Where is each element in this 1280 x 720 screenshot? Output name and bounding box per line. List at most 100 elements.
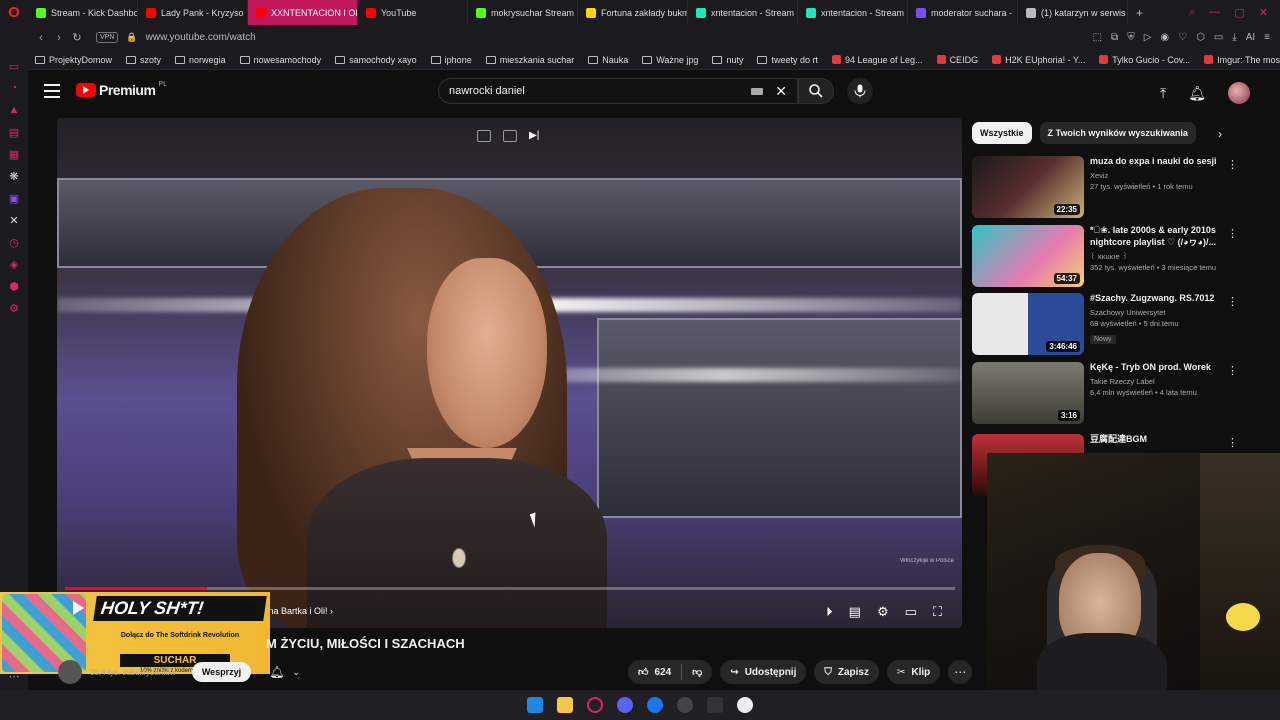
recommendation-channel[interactable]: Xeviz	[1090, 171, 1240, 180]
recommendation-channel[interactable]: Szachowy Uniwersytet	[1090, 308, 1240, 317]
vpn-badge[interactable]: VPN	[96, 32, 119, 43]
url-field[interactable]: www.youtube.com/watch	[146, 32, 256, 43]
chrome-icon[interactable]	[677, 697, 693, 713]
browser-tab[interactable]: xntentacion - Stream	[798, 0, 908, 25]
snapshot-icon[interactable]: ⬚	[1093, 32, 1102, 43]
browser-tab[interactable]: XXNTENTACION I OLACZK	[248, 0, 358, 25]
chip-from-search[interactable]: Z Twoich wyników wyszukiwania	[1039, 122, 1196, 144]
recommendation-item[interactable]: 22:35 muza do expa i nauki do sesji Xeviz 2…	[972, 156, 1262, 220]
bookmark-item[interactable]: tweety do rt	[750, 55, 825, 65]
bookmark-item[interactable]: szoty	[119, 55, 168, 65]
more-options-icon[interactable]: ⋮	[1227, 295, 1238, 308]
recommendation-thumbnail[interactable]: 3:46:46	[972, 293, 1084, 355]
sidebar-extensions-icon[interactable]: ⬢	[8, 280, 20, 293]
sidebar-history-icon[interactable]: ◔	[8, 82, 20, 94]
heart-icon[interactable]: ♡	[1178, 32, 1187, 43]
sidebar-x-icon[interactable]: ✕	[8, 214, 20, 227]
browser-tab[interactable]: xntentacion - Stream	[688, 0, 798, 25]
autoplay-toggle[interactable]: ⏵	[826, 604, 833, 620]
recommendation-thumbnail[interactable]: 22:35	[972, 156, 1084, 218]
close-window-icon[interactable]: ✕	[1259, 6, 1268, 19]
bookmark-item[interactable]: nowesamochody	[233, 55, 329, 65]
theater-mode-icon[interactable]: ▭	[905, 604, 917, 620]
download-icon[interactable]: ⤓	[1232, 32, 1236, 43]
clip-button[interactable]: ✂ Klip	[886, 660, 941, 684]
bookmark-item[interactable]: nuty	[705, 55, 750, 65]
windows-start-icon[interactable]	[527, 697, 543, 713]
lock-icon[interactable]: 🔒	[126, 32, 137, 43]
recommendation-channel[interactable]: Takie Rzeczy Label	[1090, 377, 1240, 386]
browser-tab[interactable]: mokrysuchar Stream	[468, 0, 578, 25]
menu-icon[interactable]: ≡	[1264, 32, 1270, 43]
fullscreen-icon[interactable]: ⛶	[933, 604, 942, 620]
bookmark-item[interactable]: Ważne jpg	[635, 55, 705, 65]
chapter-title[interactable]: osna Bartka i Oli! ›	[259, 606, 333, 616]
minimize-icon[interactable]: —	[1209, 6, 1220, 19]
recommendation-thumbnail[interactable]: 3:16	[972, 362, 1084, 424]
bookmark-item[interactable]: samochody xayo	[328, 55, 424, 65]
opera-logo-icon[interactable]: O	[0, 0, 28, 25]
recommendation-title[interactable]: #Szachy. Zugzwang. RS.7012	[1090, 293, 1240, 305]
recommendation-item[interactable]: 3:46:46 #Szachy. Zugzwang. RS.7012 Szachow…	[972, 293, 1262, 357]
recommendation-thumbnail[interactable]: 54:37	[972, 225, 1084, 287]
subscription-bell-icon[interactable]: 🔔︎	[269, 665, 284, 679]
more-options-icon[interactable]: ⋮	[1227, 227, 1238, 240]
search-button[interactable]	[798, 78, 834, 104]
more-options-icon[interactable]: ⋮	[1227, 436, 1238, 449]
keyboard-icon[interactable]	[751, 87, 764, 95]
like-count[interactable]: 624	[654, 667, 671, 678]
sidebar-settings-icon[interactable]: ⚙	[8, 302, 20, 315]
sidebar-mail-icon[interactable]: ▦	[8, 148, 20, 161]
subtitles-icon[interactable]: ▤	[849, 604, 861, 620]
bookmark-item[interactable]: Imgur: The most a...	[1197, 55, 1280, 65]
reload-icon[interactable]: ↻	[68, 31, 86, 44]
sidebar-twitch-icon[interactable]: ▣	[8, 192, 20, 205]
guide-menu-icon[interactable]	[44, 84, 60, 98]
forward-icon[interactable]: ›	[50, 32, 68, 44]
sidebar-bookmarks-icon[interactable]: ◈	[8, 258, 20, 271]
browser-tab[interactable]: Fortuna zakłady bukm	[578, 0, 688, 25]
bookmark-item[interactable]: ProjektyDomow	[28, 55, 119, 65]
upload-icon[interactable]: ⤒	[1160, 85, 1166, 102]
youtube-premium-logo[interactable]: Premium PL	[76, 81, 167, 98]
dislike-icon[interactable]: 👎︎	[692, 666, 702, 678]
support-button[interactable]: Wesprzyj	[191, 662, 252, 682]
sidebar-clock-icon[interactable]: ◷	[8, 236, 20, 249]
bookmark-item[interactable]: iphone	[424, 55, 479, 65]
bookmark-item[interactable]: 94 League of Leg...	[825, 55, 930, 65]
next-video-icon[interactable]: ▶|	[529, 130, 543, 142]
aria-ai-button[interactable]: AI	[1246, 32, 1255, 43]
discord-icon[interactable]	[617, 697, 633, 713]
theater-icon[interactable]	[503, 130, 517, 142]
camera-icon[interactable]: ◉	[1160, 32, 1169, 43]
bookmark-item[interactable]: mieszkania suchar	[479, 55, 582, 65]
browser-tab[interactable]: Stream - Kick Dashbo	[28, 0, 138, 25]
extension-icon[interactable]: ⧉	[1111, 32, 1118, 43]
play-button[interactable]	[70, 600, 86, 616]
cube-icon[interactable]: ⬡	[1196, 32, 1205, 43]
progress-bar[interactable]	[65, 587, 955, 590]
miniplayer-icon[interactable]	[477, 130, 491, 142]
search-tabs-icon[interactable]: ⌕	[1189, 6, 1195, 19]
recommendation-title[interactable]: *ﾟ❀. late 2000s & early 2010s nightcore …	[1090, 225, 1240, 248]
browser-tab[interactable]: (1) katarzyn w serwis	[1018, 0, 1128, 25]
chips-next-icon[interactable]: ›	[1218, 127, 1222, 141]
sidebar-chatgpt-icon[interactable]: ❋	[8, 170, 20, 183]
notifications-bell-icon[interactable]: 🔔︎	[1188, 85, 1206, 102]
recommendation-title[interactable]: muza do expa i nauki do sesji	[1090, 156, 1240, 168]
facebook-icon[interactable]	[647, 697, 663, 713]
recommendation-item[interactable]: 54:37 *ﾟ❀. late 2000s & early 2010s night…	[972, 225, 1262, 289]
maximize-icon[interactable]: ▢	[1234, 6, 1244, 19]
app-icon[interactable]	[737, 697, 753, 713]
video-player[interactable]: ▶| Włóczykije w Polsce osna Bartka i Oli…	[57, 118, 962, 628]
share-button[interactable]: ↪ Udostępnij	[720, 660, 807, 684]
more-actions-icon[interactable]: ⋯	[948, 660, 973, 684]
bookmark-item[interactable]: norwegia	[168, 55, 233, 65]
sidebar-messenger-icon[interactable]: ▭	[8, 60, 20, 73]
account-avatar[interactable]	[1228, 82, 1250, 104]
opera-taskbar-icon[interactable]	[587, 697, 603, 713]
chevron-down-icon[interactable]: ⌄	[292, 667, 300, 678]
back-icon[interactable]: ‹	[32, 32, 50, 44]
chip-all[interactable]: Wszystkie	[972, 122, 1032, 144]
clear-search-icon[interactable]: ✕	[775, 83, 787, 100]
